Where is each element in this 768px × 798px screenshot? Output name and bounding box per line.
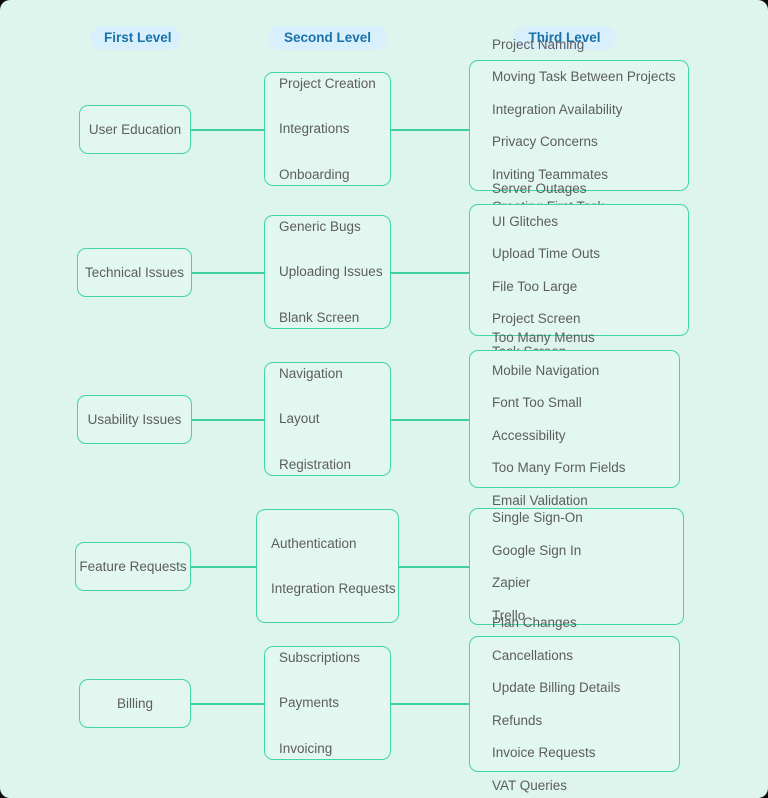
node-list-item: Too Many Form Fields <box>492 460 626 475</box>
node-list-item: Subscriptions <box>279 649 361 665</box>
node-level3-row-2[interactable]: Server Outages UI Glitches Upload Time O… <box>469 182 689 358</box>
node-list-item: Upload Time Outs <box>492 246 601 261</box>
node-list-item: Layout <box>279 411 320 427</box>
node-level2-row-5[interactable]: Subscriptions Payments Invoicing <box>264 646 391 760</box>
node-list-item: Refunds <box>492 712 543 728</box>
node-list-item: Registration <box>279 456 352 472</box>
column-header-label: Second Level <box>283 30 372 45</box>
column-header-label: First Level <box>104 30 172 45</box>
node-list-item: Privacy Concerns <box>492 134 598 149</box>
node-list-item: Accessibility <box>492 427 566 443</box>
node-list-item: Too Many Menus <box>492 330 595 345</box>
node-list-item: Server Outages <box>492 181 587 196</box>
node-list-item: Invoicing <box>279 740 333 756</box>
node-list-item: VAT Queries <box>492 777 568 793</box>
node-level2-row-4[interactable]: Authentication Integration Requests <box>256 509 399 623</box>
connector-l2-l3-row-4 <box>398 566 470 568</box>
connector-l2-l3-row-3 <box>390 419 470 421</box>
connector-l1-l2-row-5 <box>190 703 265 705</box>
node-level1-row-2[interactable]: Technical Issues <box>77 248 192 297</box>
node-level2-row-1[interactable]: Project Creation Integrations Onboarding <box>264 72 391 186</box>
node-level3-row-3[interactable]: Too Many Menus Mobile Navigation Font To… <box>469 331 680 507</box>
node-list-item: Project Creation <box>279 75 376 91</box>
connector-l1-l2-row-4 <box>188 566 265 568</box>
node-list-item: Integration Availability <box>492 101 623 117</box>
node-list-item: Font Too Small <box>492 395 582 410</box>
node-list-item: Integrations <box>279 121 350 137</box>
node-list-item: Authentication <box>271 535 357 551</box>
node-level1-row-4[interactable]: Feature Requests <box>75 542 191 591</box>
node-list-item: Zapier <box>492 575 531 590</box>
node-list-item: Navigation <box>279 365 343 381</box>
connector-l2-l3-row-1 <box>390 129 470 131</box>
diagram-canvas: First Level Second Level Third Level Use… <box>0 0 768 798</box>
node-level2-row-2[interactable]: Generic Bugs Uploading Issues Blank Scre… <box>264 215 391 329</box>
connector-l1-l2-row-2 <box>190 272 265 274</box>
column-header-first-level: First Level <box>90 26 181 50</box>
connector-l1-l2-row-3 <box>190 419 265 421</box>
node-level2-row-3[interactable]: Navigation Layout Registration <box>264 362 391 476</box>
node-list-item: Generic Bugs <box>279 218 361 234</box>
connector-l2-l3-row-5 <box>390 703 470 705</box>
node-list-item: Moving Task Between Projects <box>492 69 676 84</box>
node-list-item: Project Screen <box>492 311 581 326</box>
column-header-second-level: Second Level <box>268 26 387 50</box>
node-list-item: Invoice Requests <box>492 745 596 760</box>
node-label: Feature Requests <box>79 559 187 574</box>
connector-l1-l2-row-1 <box>190 129 265 131</box>
node-list-item: Single Sign-On <box>492 510 583 525</box>
node-list-item: Inviting Teammates <box>492 166 609 182</box>
node-list-item: Email Validation <box>492 492 588 508</box>
node-list-item: Plan Changes <box>492 615 577 630</box>
node-level3-row-1[interactable]: Project Naming Moving Task Between Proje… <box>469 37 689 213</box>
node-list-item: Blank Screen <box>279 309 360 325</box>
node-list-item: Integration Requests <box>271 581 396 596</box>
node-list-item: Update Billing Details <box>492 680 621 695</box>
node-level1-row-5[interactable]: Billing <box>79 679 191 728</box>
node-label: Usability Issues <box>87 412 182 427</box>
node-level1-row-3[interactable]: Usability Issues <box>77 395 192 444</box>
node-list-item: Project Naming <box>492 36 585 52</box>
node-level3-row-4[interactable]: Single Sign-On Google Sign In Zapier Tre… <box>469 508 684 625</box>
node-label: Technical Issues <box>84 265 185 280</box>
node-list-item: Google Sign In <box>492 542 582 558</box>
node-list-item: Payments <box>279 695 340 711</box>
node-level1-row-1[interactable]: User Education <box>79 105 191 154</box>
node-level3-row-5[interactable]: Plan Changes Cancellations Update Billin… <box>469 616 680 792</box>
node-label: User Education <box>88 122 182 137</box>
node-list-item: File Too Large <box>492 278 578 294</box>
node-list-item: UI Glitches <box>492 213 559 229</box>
connector-l2-l3-row-2 <box>390 272 470 274</box>
node-list-item: Mobile Navigation <box>492 362 600 378</box>
node-list-item: Onboarding <box>279 166 350 182</box>
node-list-item: Cancellations <box>492 647 574 663</box>
node-list-item: Uploading Issues <box>279 264 383 280</box>
node-label: Billing <box>116 696 154 711</box>
